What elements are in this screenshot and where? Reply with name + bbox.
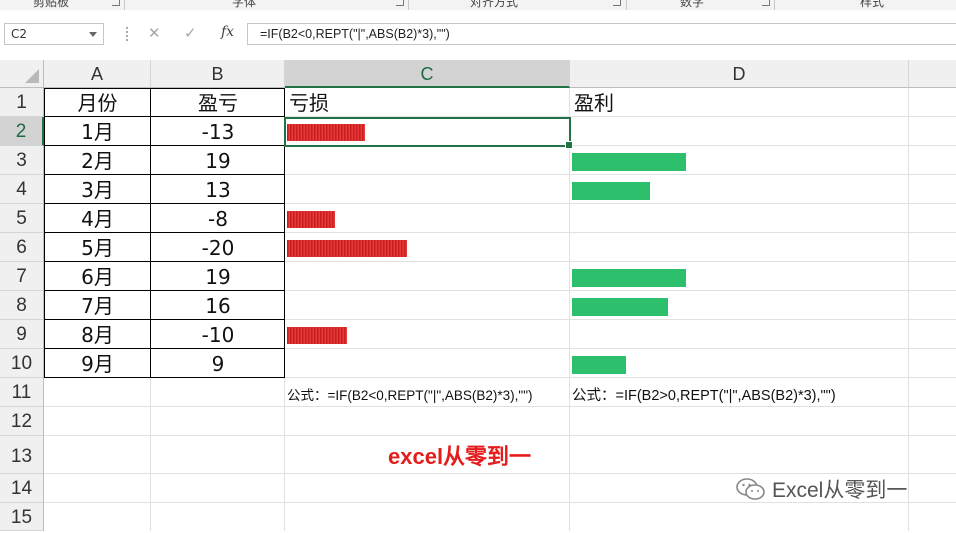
insert-function-icon[interactable]: fx bbox=[221, 24, 234, 40]
font-launcher-icon[interactable] bbox=[396, 0, 404, 6]
cell-month[interactable]: 4月 bbox=[44, 204, 151, 233]
cell-c1[interactable]: 亏损 bbox=[285, 88, 570, 117]
number-launcher-icon[interactable] bbox=[762, 0, 770, 6]
formula-input[interactable]: =IF(B2<0,REPT("|",ABS(B2)*3),"") bbox=[247, 23, 956, 45]
column-header-d[interactable]: D bbox=[570, 60, 909, 88]
fill-handle[interactable] bbox=[565, 141, 573, 149]
cell-value[interactable]: -20 bbox=[151, 233, 285, 262]
profit-bar bbox=[572, 269, 686, 287]
name-box-value: C2 bbox=[11, 27, 28, 41]
loss-bar bbox=[287, 211, 335, 228]
ribbon-group-font: 字体 bbox=[232, 0, 257, 9]
profit-bar bbox=[572, 182, 650, 200]
cell-value[interactable]: -10 bbox=[151, 320, 285, 349]
loss-bar bbox=[287, 327, 347, 344]
row-header-5[interactable]: 5 bbox=[0, 204, 44, 233]
cell-a1[interactable]: 月份 bbox=[44, 88, 151, 117]
cell-value[interactable]: -8 bbox=[151, 204, 285, 233]
cell-month[interactable]: 6月 bbox=[44, 262, 151, 291]
cell-month[interactable]: 1月 bbox=[44, 117, 151, 146]
alignment-launcher-icon[interactable] bbox=[613, 0, 621, 6]
row-header-2[interactable]: 2 bbox=[0, 117, 44, 146]
formula-bar: C2 ✕ ✓ fx =IF(B2<0,REPT("|",ABS(B2)*3),"… bbox=[0, 10, 956, 60]
cell-d1[interactable]: 盈利 bbox=[570, 88, 909, 117]
row-header-9[interactable]: 9 bbox=[0, 320, 44, 349]
cell-month[interactable]: 8月 bbox=[44, 320, 151, 349]
row-header-1[interactable]: 1 bbox=[0, 88, 44, 117]
column-header-c[interactable]: C bbox=[285, 60, 570, 88]
cell-value[interactable]: 16 bbox=[151, 291, 285, 320]
watermark-text: Excel从零到一 bbox=[772, 479, 908, 502]
name-box[interactable]: C2 bbox=[4, 23, 104, 45]
column-header-a[interactable]: A bbox=[44, 60, 151, 88]
row-header-12[interactable]: 12 bbox=[0, 407, 44, 436]
cancel-icon[interactable]: ✕ bbox=[148, 24, 161, 42]
watermark: Excel从零到一 bbox=[736, 474, 907, 504]
cell-month[interactable]: 9月 bbox=[44, 349, 151, 378]
enter-icon[interactable]: ✓ bbox=[184, 24, 197, 42]
profit-formula-note[interactable]: 公式：=IF(B2>0,REPT("|",ABS(B2)*3),"") bbox=[570, 378, 909, 407]
select-all-corner[interactable] bbox=[0, 60, 44, 88]
active-cell-c2[interactable] bbox=[284, 117, 573, 149]
profit-bar bbox=[572, 298, 668, 316]
loss-bar bbox=[287, 240, 407, 257]
cell-b1[interactable]: 盈亏 bbox=[151, 88, 285, 117]
profit-bar bbox=[572, 153, 686, 171]
row-header-10[interactable]: 10 bbox=[0, 349, 44, 378]
cell-value[interactable]: 9 bbox=[151, 349, 285, 378]
clipboard-launcher-icon[interactable] bbox=[112, 0, 120, 6]
row-header-8[interactable]: 8 bbox=[0, 291, 44, 320]
cell-month[interactable]: 7月 bbox=[44, 291, 151, 320]
column-header-b[interactable]: B bbox=[151, 60, 285, 88]
loss-formula-note[interactable]: 公式：=IF(B2<0,REPT("|",ABS(B2)*3),"") bbox=[285, 378, 570, 407]
column-header-e[interactable] bbox=[909, 60, 956, 88]
ribbon-group-styles: 样式 bbox=[860, 0, 885, 9]
row-header-3[interactable]: 3 bbox=[0, 146, 44, 175]
ribbon-group-clipboard: 剪贴板 bbox=[33, 0, 70, 9]
cell-value[interactable]: 13 bbox=[151, 175, 285, 204]
chevron-down-icon[interactable] bbox=[89, 32, 97, 37]
profit-bar bbox=[572, 356, 626, 374]
ribbon-group-alignment: 对齐方式 bbox=[470, 0, 519, 9]
cell-month[interactable]: 3月 bbox=[44, 175, 151, 204]
cell-value[interactable]: -13 bbox=[151, 117, 285, 146]
row-header-7[interactable]: 7 bbox=[0, 262, 44, 291]
row-header-6[interactable]: 6 bbox=[0, 233, 44, 262]
banner-title: excel从零到一 bbox=[388, 444, 532, 469]
wechat-icon bbox=[736, 478, 765, 500]
ribbon-group-number: 数字 bbox=[680, 0, 705, 9]
cell-value[interactable]: 19 bbox=[151, 146, 285, 175]
row-header-15[interactable]: 15 bbox=[0, 503, 44, 531]
row-header-11[interactable]: 11 bbox=[0, 378, 44, 407]
row-header-4[interactable]: 4 bbox=[0, 175, 44, 204]
cell-month[interactable]: 5月 bbox=[44, 233, 151, 262]
cell-month[interactable]: 2月 bbox=[44, 146, 151, 175]
row-header-13[interactable]: 13 bbox=[0, 436, 44, 474]
cell-value[interactable]: 19 bbox=[151, 262, 285, 291]
row-header-14[interactable]: 14 bbox=[0, 474, 44, 503]
